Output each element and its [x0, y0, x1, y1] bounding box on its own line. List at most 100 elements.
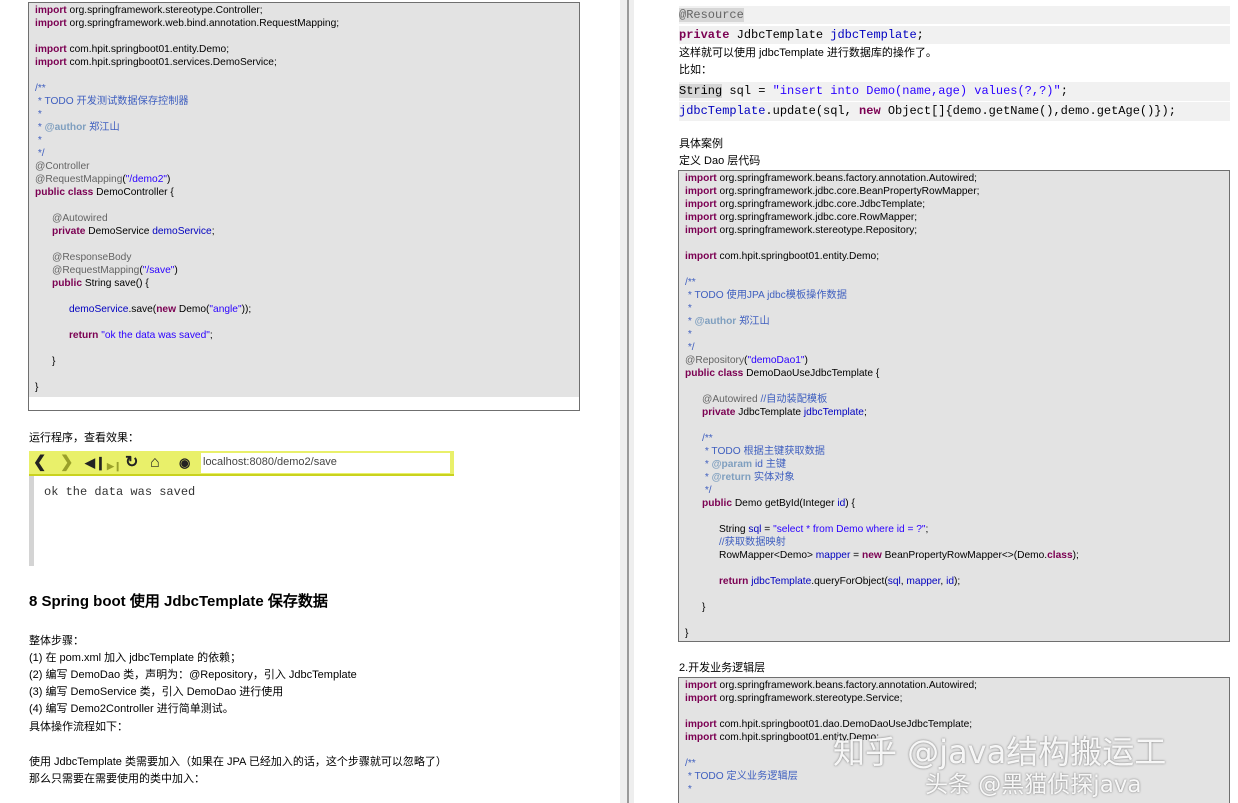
usage-description: 这样就可以使用 jdbcTemplate 进行数据库的操作了。	[679, 47, 937, 59]
code-line: public Demo getById(Integer id) {	[701, 498, 855, 509]
code-line: * TODO 根据主键获取数据	[685, 446, 825, 457]
home-icon[interactable]: ⌂	[150, 454, 160, 472]
jdbc-field-line: private JdbcTemplate jdbcTemplate;	[679, 26, 1230, 44]
run-program-label: 运行程序，查看效果：	[29, 432, 139, 444]
code-line: *	[685, 303, 692, 314]
code-line: }	[35, 382, 39, 393]
back-arrow-icon[interactable]: ❮	[33, 454, 46, 472]
browser-toolbar: ❮ ❯ ◀❙ ▶❙ ↻ ⌂ ◉ localhost:8080/demo2/sav…	[29, 451, 454, 476]
code-line: */	[685, 485, 712, 496]
code-line: * @author 郑江山	[685, 316, 770, 327]
code-line: * TODO 使用JPA jdbc模板操作数据	[685, 290, 847, 301]
code-block-footer	[28, 397, 580, 411]
step-item: (2) 编写 DemoDao 类，声明为：@Repository，引入 Jdbc…	[29, 669, 357, 681]
code-line: return jdbcTemplate.queryForObject(sql, …	[718, 576, 961, 587]
code-line: *	[685, 329, 692, 340]
code-line: import com.hpit.springboot01.entity.Demo…	[35, 44, 230, 55]
sql-string-line: String sql = "insert into Demo(name,age)…	[679, 82, 1230, 101]
code-line: import com.hpit.springboot01.services.De…	[35, 57, 277, 68]
update-call-line: jdbcTemplate.update(sql, new Object[]{de…	[679, 102, 1230, 121]
toutiao-watermark: 头条 @黑猫侦探java	[925, 772, 1142, 798]
code-line: /**	[685, 277, 696, 288]
usage-note: 那么只需要在需要使用的类中加入：	[29, 773, 205, 785]
forward-arrow-icon[interactable]: ❯	[60, 454, 73, 472]
code-line: @RequestMapping("/demo2")	[35, 174, 171, 185]
code-line: import com.hpit.springboot01.entity.Demo…	[685, 251, 880, 262]
code-line: /**	[685, 433, 713, 444]
code-line: import org.springframework.web.bind.anno…	[35, 18, 340, 29]
code-line: import org.springframework.stereotype.Re…	[685, 225, 918, 236]
code-line: }	[685, 602, 706, 613]
code-line: *	[35, 109, 42, 120]
code-line: private JdbcTemplate jdbcTemplate;	[701, 407, 867, 418]
step-item: (4) 编写 Demo2Controller 进行简单测试。	[29, 703, 234, 715]
left-document-page: import org.springframework.stereotype.Co…	[0, 0, 620, 803]
code-line: String sql = "select * from Demo where i…	[685, 524, 929, 535]
first-page-icon[interactable]: ◀❙	[85, 454, 106, 472]
last-page-icon[interactable]: ▶❙	[107, 457, 121, 475]
code-line: import org.springframework.stereotype.Se…	[685, 693, 903, 704]
code-line: */	[685, 342, 695, 353]
code-line: import org.springframework.beans.factory…	[685, 680, 977, 691]
code-line: demoService.save(new Demo("angle"));	[68, 304, 252, 315]
reload-icon[interactable]: ↻	[125, 454, 138, 472]
steps-title: 整体步骤：	[29, 635, 84, 647]
code-line: import org.springframework.jdbc.core.Bea…	[685, 186, 980, 197]
code-line: private DemoService demoService;	[51, 226, 215, 237]
code-line: public String save() {	[51, 278, 149, 289]
code-line: //获取数据映射	[718, 537, 786, 548]
code-line: @Repository("demoDao1")	[685, 355, 808, 366]
code-line: /**	[35, 83, 46, 94]
dao-label: 定义 Dao 层代码	[679, 155, 761, 167]
code-line: return "ok the data was saved";	[68, 330, 213, 341]
code-line: @Autowired	[51, 213, 108, 224]
code-line: *	[35, 135, 42, 146]
code-line: * @return 实体对象	[685, 472, 795, 483]
example-label: 比如：	[679, 64, 712, 76]
address-bar[interactable]: localhost:8080/demo2/save	[201, 453, 450, 473]
code-line: @RequestMapping("/save")	[51, 265, 178, 276]
code-line: */	[35, 148, 45, 159]
code-line: }	[685, 628, 689, 639]
jdbc-note: 使用 JdbcTemplate 类需要加入（如果在 JPA 已经加入的话，这个步…	[29, 756, 447, 768]
section-heading: 8 Spring boot 使用 JdbcTemplate 保存数据	[29, 593, 328, 610]
step-item: (1) 在 pom.xml 加入 jdbcTemplate 的依赖；	[29, 652, 242, 664]
demo-controller-code-block: import org.springframework.stereotype.Co…	[28, 2, 580, 398]
code-line: import org.springframework.jdbc.core.Row…	[685, 212, 918, 223]
code-line: public class DemoDaoUseJdbcTemplate {	[685, 368, 880, 379]
browser-content-area: ok the data was saved	[29, 476, 454, 566]
code-line: RowMapper<Demo> mapper = new BeanPropert…	[685, 550, 1079, 561]
code-line: @Controller	[35, 161, 90, 172]
code-line: @Autowired //自动装配模板	[701, 394, 828, 405]
url-text: localhost:8080/demo2/save	[203, 456, 337, 468]
globe-icon: ◉	[179, 455, 191, 470]
code-line: import org.springframework.beans.factory…	[685, 173, 977, 184]
code-line: import org.springframework.stereotype.Co…	[35, 5, 263, 16]
code-line: public class DemoController {	[35, 187, 174, 198]
page-divider	[627, 0, 629, 803]
code-line: @ResponseBody	[51, 252, 132, 263]
flow-label: 具体操作流程如下：	[29, 721, 128, 733]
code-line: import org.springframework.jdbc.core.Jdb…	[685, 199, 926, 210]
code-line: * @param id 主键	[685, 459, 787, 470]
code-line: * TODO 开发测试数据保存控制器	[35, 96, 189, 107]
page-output-text: ok the data was saved	[44, 485, 196, 499]
service-label: 2.开发业务逻辑层	[679, 662, 766, 674]
case-label: 具体案例	[679, 138, 723, 150]
code-line: * @author 郑江山	[35, 122, 120, 133]
